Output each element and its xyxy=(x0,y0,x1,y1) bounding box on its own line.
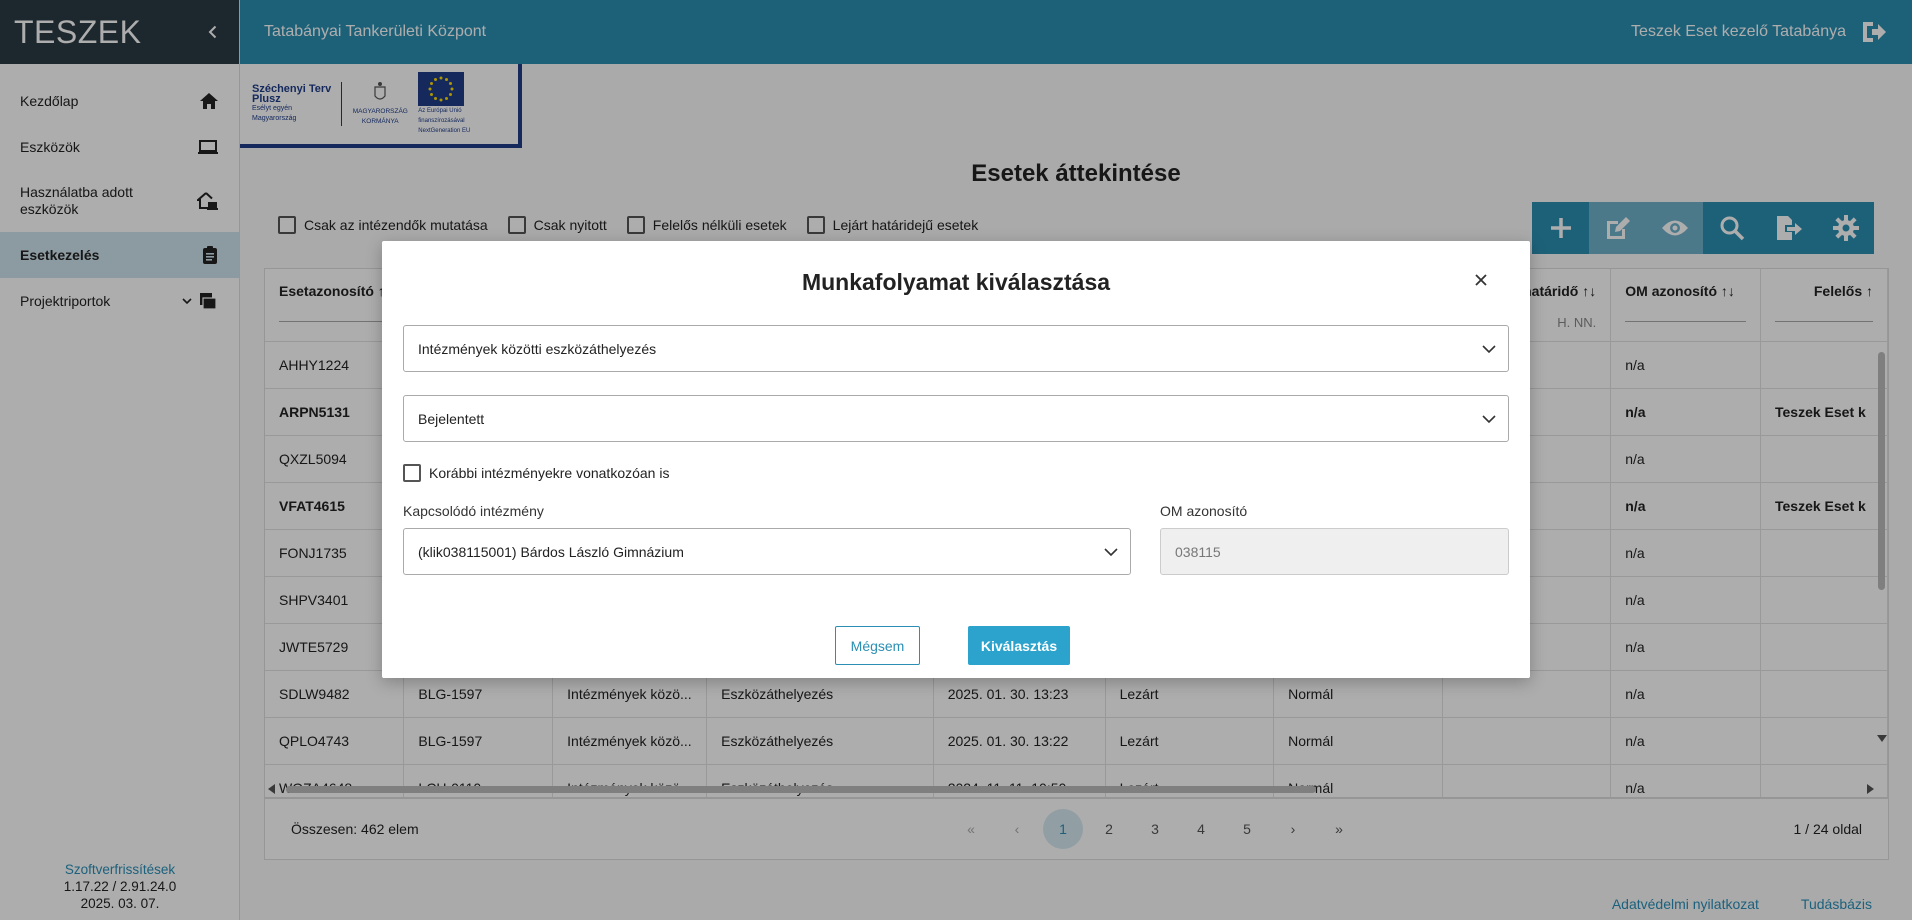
dialog-title: Munkafolyamat kiválasztása xyxy=(801,269,1111,295)
status-select-value: Bejelentett xyxy=(418,410,485,427)
close-dialog-button[interactable] xyxy=(1474,273,1490,289)
status-select[interactable]: Bejelentett xyxy=(403,395,1509,442)
om-id-field: 038115 xyxy=(1160,528,1509,575)
workflow-select[interactable]: Intézmények közötti eszközáthelyezés xyxy=(403,325,1509,372)
workflow-select-value: Intézmények közötti eszközáthelyezés xyxy=(418,340,657,357)
chevron-down-icon xyxy=(1104,547,1118,556)
chevron-down-icon xyxy=(1482,414,1496,423)
select-button[interactable]: Kiválasztás xyxy=(968,626,1070,665)
checkbox-label: Korábbi intézményekre vonatkozóan is xyxy=(429,465,670,481)
om-id-label: OM azonosító xyxy=(1160,503,1248,519)
close-icon xyxy=(1475,274,1487,286)
checkbox[interactable] xyxy=(403,464,421,482)
app-root: TESZEK Kezdőlap Eszközök Használatba ado… xyxy=(0,0,1912,920)
institution-select[interactable]: (klik038115001) Bárdos László Gimnázium xyxy=(403,528,1131,575)
om-id-value: 038115 xyxy=(1175,543,1221,560)
institution-select-value: (klik038115001) Bárdos László Gimnázium xyxy=(418,543,684,560)
workflow-select-dialog: Munkafolyamat kiválasztása Intézmények k… xyxy=(382,241,1530,678)
previous-institutions-checkbox[interactable]: Korábbi intézményekre vonatkozóan is xyxy=(403,464,669,482)
chevron-down-icon xyxy=(1482,344,1496,353)
cancel-button[interactable]: Mégsem xyxy=(835,626,920,665)
institution-label: Kapcsolódó intézmény xyxy=(403,503,544,519)
